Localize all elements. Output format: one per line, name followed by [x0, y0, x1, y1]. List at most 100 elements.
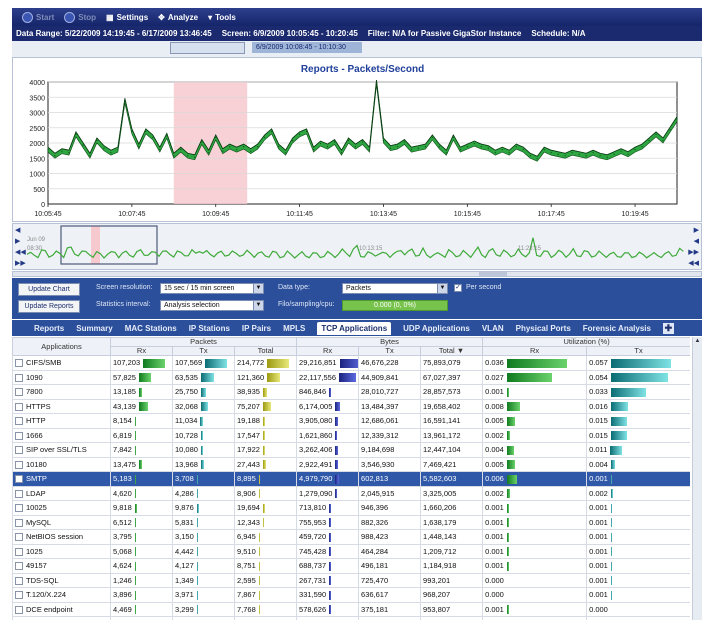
- table-row[interactable]: DCE endpoint 4,469 3,299 7,768 578,626 375,18…: [12, 601, 690, 617]
- table-row[interactable]: NetBIOS session 3,795 3,150 6,945 459,720 988…: [12, 529, 690, 545]
- packets-rx-header[interactable]: Rx: [110, 346, 173, 356]
- zoom-in-icon[interactable]: ◀: [15, 227, 20, 234]
- row-checkbox[interactable]: [15, 547, 23, 556]
- table-row[interactable]: CIFS/SMB 107,203 107,569 214,772 29,216,851 4…: [12, 355, 690, 371]
- time-slider-handle[interactable]: [170, 42, 245, 54]
- bytes-rx-header[interactable]: Rx: [296, 346, 360, 356]
- app-name-cell[interactable]: CIFS/SMB: [12, 355, 111, 371]
- start-button[interactable]: Start: [22, 11, 54, 23]
- scroll-end-icon[interactable]: ◀: [694, 238, 699, 245]
- statistics-interval-select[interactable]: Analysis selection ▼: [160, 300, 264, 311]
- table-row[interactable]: 10180 13,475 13,968 27,443 2,922,491 3,546,93…: [12, 456, 690, 472]
- row-checkbox[interactable]: [15, 576, 23, 585]
- row-checkbox[interactable]: [15, 518, 23, 527]
- app-name-cell[interactable]: DCE endpoint: [12, 601, 111, 617]
- row-checkbox[interactable]: [15, 359, 23, 368]
- tab-mac-stations[interactable]: MAC Stations: [125, 324, 177, 333]
- analyze-menu[interactable]: ✥ Analyze: [158, 13, 198, 22]
- scroll-start-icon[interactable]: ▶▶: [15, 260, 26, 267]
- table-row[interactable]: 10025 9,818 9,876 19,694 713,810 946,396 1,660…: [12, 500, 690, 516]
- app-name-cell[interactable]: LDAP: [12, 485, 111, 501]
- row-checkbox[interactable]: [15, 373, 23, 382]
- app-name-cell[interactable]: TDS-SQL: [12, 572, 111, 588]
- tab-summary[interactable]: Summary: [76, 324, 112, 333]
- row-checkbox[interactable]: [15, 402, 23, 411]
- table-row[interactable]: 49157 4,624 4,127 8,751 688,737 496,181 1,184,…: [12, 558, 690, 574]
- table-row[interactable]: 7800 13,185 25,750 38,935 846,846 28,010,727 2…: [12, 384, 690, 400]
- scroll-forward-icon[interactable]: ▶▶: [688, 249, 699, 256]
- stop-button[interactable]: Stop: [64, 11, 96, 23]
- app-name-cell[interactable]: 49157: [12, 558, 111, 574]
- app-name-cell[interactable]: 1090: [12, 369, 111, 385]
- per-second-checkbox[interactable]: ✓: [454, 284, 462, 292]
- scroll-back-icon[interactable]: ◀◀: [688, 260, 699, 267]
- row-checkbox[interactable]: [15, 388, 23, 397]
- table-row[interactable]: 1090 57,825 63,535 121,360 22,117,556 44,909,…: [12, 369, 690, 385]
- app-name-cell[interactable]: NetBIOS session: [12, 529, 111, 545]
- app-name-cell[interactable]: 7800: [12, 384, 111, 400]
- scroll-right-icon[interactable]: ▶: [694, 227, 699, 234]
- row-checkbox[interactable]: [15, 417, 23, 426]
- app-name-cell[interactable]: MySQL: [12, 514, 111, 530]
- packets-tx-header[interactable]: Tx: [172, 346, 235, 356]
- bytes-tx-header[interactable]: Tx: [358, 346, 422, 356]
- app-name-cell[interactable]: 1666: [12, 427, 111, 443]
- app-name-cell[interactable]: HTTP: [12, 413, 111, 429]
- app-name-cell[interactable]: SMTP: [12, 471, 111, 487]
- table-row[interactable]: HTTP 8,154 11,034 19,188 3,905,080 12,686,061…: [12, 413, 690, 429]
- row-checkbox[interactable]: [15, 504, 23, 513]
- overview-scrollbar[interactable]: [12, 271, 702, 277]
- scroll-left-icon[interactable]: ◀◀: [15, 249, 26, 256]
- scroll-up-icon[interactable]: ▲: [693, 338, 702, 346]
- table-row[interactable]: SIP over SSL/TLS 7,842 10,080 17,922 3,262,4…: [12, 442, 690, 458]
- zoom-out-icon[interactable]: ▶: [15, 238, 20, 245]
- table-row[interactable]: MySQL 6,512 5,831 12,343 755,953 882,326 1,638…: [12, 514, 690, 530]
- tab-ip-pairs[interactable]: IP Pairs: [242, 324, 271, 333]
- tab-udp-applications[interactable]: UDP Applications: [403, 324, 470, 333]
- app-name-cell[interactable]: 10180: [12, 456, 111, 472]
- row-checkbox[interactable]: [15, 533, 23, 542]
- scrollbar-thumb[interactable]: [479, 272, 507, 276]
- packets-total-header[interactable]: Total: [233, 346, 298, 356]
- app-name-cell[interactable]: T.120/X.224: [12, 587, 111, 603]
- row-checkbox[interactable]: [15, 605, 23, 614]
- table-row[interactable]: 16891,1007681,868369,109113,976483,0850.…: [12, 616, 690, 620]
- table-row[interactable]: SMTP 5,183 3,708 8,895 4,979,790 602,813 5,582…: [12, 471, 690, 487]
- row-checkbox[interactable]: [15, 446, 23, 455]
- row-checkbox[interactable]: [15, 431, 23, 440]
- update-chart-button[interactable]: Update Chart: [18, 283, 80, 296]
- row-checkbox[interactable]: [15, 562, 23, 571]
- add-tab-icon[interactable]: ✚: [662, 322, 674, 334]
- tab-tcp-applications[interactable]: TCP Applications: [317, 321, 392, 335]
- settings-menu[interactable]: ▦ Settings: [106, 13, 148, 22]
- table-row[interactable]: HTTPS 43,139 32,068 75,207 6,174,005 13,484,3…: [12, 398, 690, 414]
- row-checkbox[interactable]: [15, 489, 23, 498]
- app-name-cell[interactable]: 1689: [12, 616, 111, 620]
- app-name-cell[interactable]: SIP over SSL/TLS: [12, 442, 111, 458]
- util-rx-header[interactable]: Rx: [482, 346, 588, 356]
- tab-physical-ports[interactable]: Physical Ports: [516, 324, 571, 333]
- table-row[interactable]: T.120/X.224 3,896 3,971 7,867 331,590 636,617…: [12, 587, 690, 603]
- tab-reports[interactable]: Reports: [34, 324, 64, 333]
- update-reports-button[interactable]: Update Reports: [18, 300, 80, 313]
- util-tx-header[interactable]: Tx: [586, 346, 690, 356]
- bytes-total-header[interactable]: Total ▼: [420, 346, 484, 356]
- packets-chart[interactable]: Reports - Packets/Second 0 500 1000 1500 2000…: [13, 58, 701, 221]
- row-checkbox[interactable]: [15, 460, 23, 469]
- app-name-cell[interactable]: 10025: [12, 500, 111, 516]
- app-name-cell[interactable]: 1025: [12, 543, 111, 559]
- applications-header[interactable]: Applications: [12, 337, 111, 356]
- table-row[interactable]: LDAP 4,620 4,286 8,906 1,279,090 2,045,915 3,3…: [12, 485, 690, 501]
- row-checkbox[interactable]: [15, 591, 23, 600]
- overview-chart[interactable]: [13, 224, 701, 269]
- tab-vlan[interactable]: VLAN: [482, 324, 504, 333]
- table-scrollbar[interactable]: ▲: [692, 337, 702, 620]
- data-type-select[interactable]: Packets ▼: [342, 283, 448, 294]
- tools-menu[interactable]: ▾ Tools: [208, 13, 236, 22]
- tab-mpls[interactable]: MPLS: [283, 324, 305, 333]
- table-row[interactable]: 1666 6,819 10,728 17,547 1,621,860 12,339,312…: [12, 427, 690, 443]
- overview-strip[interactable]: ◀ ▶ ◀◀ ▶▶ ▶ ◀ ▶▶ ◀◀ Jun 09 08:30 10:13:1…: [12, 223, 702, 270]
- app-name-cell[interactable]: HTTPS: [12, 398, 111, 414]
- tab-forensic-analysis[interactable]: Forensic Analysis: [583, 324, 651, 333]
- table-row[interactable]: TDS-SQL 1,246 1,349 2,595 267,731 725,470 993,…: [12, 572, 690, 588]
